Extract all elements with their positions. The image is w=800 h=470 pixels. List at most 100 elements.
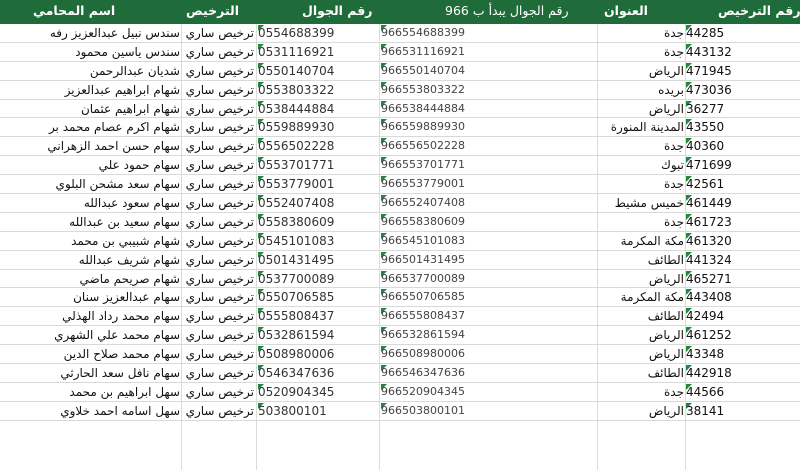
- cell-mobile[interactable]: 0552407408: [258, 194, 366, 212]
- table-row[interactable]: سهام محمد رداد الهذلي ترخيص ساري 0555808…: [0, 307, 800, 327]
- cell-lawyer-name[interactable]: سندس نبيل عبدالعزيز رفه: [2, 24, 180, 42]
- cell-license[interactable]: ترخيص ساري: [186, 270, 254, 288]
- cell-license-number[interactable]: 44566: [686, 383, 746, 401]
- table-row[interactable]: سهام عبدالعزيز سنان ترخيص ساري 055070658…: [0, 288, 800, 308]
- cell-lawyer-name[interactable]: سهام حسن احمد الزهراني: [2, 137, 180, 155]
- cell-lawyer-name[interactable]: سهام سعد مشحن البلوي: [2, 175, 180, 193]
- cell-license[interactable]: ترخيص ساري: [186, 213, 254, 231]
- cell-license[interactable]: ترخيص ساري: [186, 232, 254, 250]
- cell-license[interactable]: ترخيص ساري: [186, 345, 254, 363]
- header-license-number[interactable]: رقم الترخيص: [718, 0, 800, 24]
- cell-mobile[interactable]: 0553803322: [258, 81, 366, 99]
- cell-address[interactable]: الرياض: [600, 270, 684, 288]
- cell-license-number[interactable]: 461723: [686, 213, 746, 231]
- cell-mobile-966[interactable]: 966555808437: [381, 307, 481, 325]
- cell-lawyer-name[interactable]: سهل ابراهيم بن محمد: [2, 383, 180, 401]
- table-row[interactable]: شهام ابراهيم عثمان ترخيص ساري 0538444884…: [0, 100, 800, 119]
- header-mobile[interactable]: رقم الجوال: [302, 0, 373, 24]
- cell-mobile[interactable]: 0520904345: [258, 383, 366, 401]
- table-row[interactable]: شهام شبيبي بن محمد ترخيص ساري 0545101083…: [0, 232, 800, 251]
- cell-mobile-966[interactable]: 966532861594: [381, 326, 481, 344]
- cell-license-number[interactable]: 38141: [686, 402, 746, 420]
- cell-mobile-966[interactable]: 966537700089: [381, 270, 481, 288]
- cell-mobile-966[interactable]: 966501431495: [381, 251, 481, 269]
- cell-address[interactable]: بريده: [600, 81, 684, 99]
- header-mobile-966[interactable]: رقم الجوال يبدأ ب 966: [445, 0, 569, 24]
- cell-address[interactable]: مكة المكرمة: [600, 288, 684, 306]
- cell-mobile-966[interactable]: 966503800101: [381, 402, 481, 420]
- table-row[interactable]: سهام حسن احمد الزهراني ترخيص ساري 055650…: [0, 137, 800, 157]
- cell-address[interactable]: الرياض: [600, 402, 684, 420]
- cell-mobile[interactable]: 0538444884: [258, 100, 366, 118]
- cell-address[interactable]: الطائف: [600, 364, 684, 382]
- cell-license-number[interactable]: 473036: [686, 81, 746, 99]
- cell-mobile[interactable]: 503800101: [258, 402, 366, 420]
- cell-license-number[interactable]: 471699: [686, 156, 746, 174]
- cell-mobile[interactable]: 0554688399: [258, 24, 366, 42]
- table-row[interactable]: شهام شريف عبدالله ترخيص ساري 0501431495 …: [0, 251, 800, 270]
- cell-lawyer-name[interactable]: شهام شبيبي بن محمد: [2, 232, 180, 250]
- cell-address[interactable]: جدة: [600, 43, 684, 61]
- cell-address[interactable]: جدة: [600, 137, 684, 155]
- cell-mobile[interactable]: 0501431495: [258, 251, 366, 269]
- cell-lawyer-name[interactable]: شهام ابراهيم عثمان: [2, 100, 180, 118]
- table-row[interactable]: شديان عبدالرحمن ترخيص ساري 0550140704 96…: [0, 62, 800, 81]
- cell-mobile[interactable]: 0531116921: [258, 43, 366, 61]
- cell-license[interactable]: ترخيص ساري: [186, 137, 254, 155]
- cell-mobile-966[interactable]: 966556502228: [381, 137, 481, 155]
- cell-license[interactable]: ترخيص ساري: [186, 62, 254, 80]
- cell-address[interactable]: الرياض: [600, 100, 684, 118]
- table-row[interactable]: سهام سعود عبدالله ترخيص ساري 0552407408 …: [0, 194, 800, 213]
- cell-license[interactable]: ترخيص ساري: [186, 81, 254, 99]
- cell-mobile[interactable]: 0537700089: [258, 270, 366, 288]
- cell-mobile-966[interactable]: 966545101083: [381, 232, 481, 250]
- cell-license[interactable]: ترخيص ساري: [186, 156, 254, 174]
- table-row[interactable]: سهام سعد مشحن البلوي ترخيص ساري 05537790…: [0, 175, 800, 195]
- cell-license-number[interactable]: 36277: [686, 100, 746, 118]
- cell-mobile[interactable]: 0553779001: [258, 175, 366, 193]
- cell-mobile-966[interactable]: 966558380609: [381, 213, 481, 231]
- cell-license[interactable]: ترخيص ساري: [186, 118, 254, 136]
- cell-mobile-966[interactable]: 966520904345: [381, 383, 481, 401]
- cell-lawyer-name[interactable]: شهام ابراهيم عبدالعزيز: [2, 81, 180, 99]
- cell-mobile[interactable]: 0558380609: [258, 213, 366, 231]
- cell-lawyer-name[interactable]: شهام اكرم عصام محمد بر: [2, 118, 180, 136]
- cell-mobile-966[interactable]: 966554688399: [381, 24, 481, 42]
- cell-mobile[interactable]: 0508980006: [258, 345, 366, 363]
- cell-lawyer-name[interactable]: شديان عبدالرحمن: [2, 62, 180, 80]
- table-row[interactable]: سهام محمد صلاح الدين ترخيص ساري 05089800…: [0, 345, 800, 365]
- cell-lawyer-name[interactable]: سهل اسامه احمد خلاوي: [2, 402, 180, 420]
- cell-address[interactable]: خميس مشيط: [600, 194, 684, 212]
- header-address[interactable]: العنوان: [604, 0, 648, 24]
- cell-mobile[interactable]: 0545101083: [258, 232, 366, 250]
- cell-address[interactable]: المدينة المنورة: [600, 118, 684, 136]
- cell-mobile[interactable]: 0546347636: [258, 364, 366, 382]
- cell-mobile-966[interactable]: 966553779001: [381, 175, 481, 193]
- table-row[interactable]: شهام صريحم ماضي ترخيص ساري 0537700089 96…: [0, 270, 800, 289]
- cell-lawyer-name[interactable]: سهام حمود علي: [2, 156, 180, 174]
- cell-mobile-966[interactable]: 966508980006: [381, 345, 481, 363]
- cell-license[interactable]: ترخيص ساري: [186, 326, 254, 344]
- table-row[interactable]: سهل اسامه احمد خلاوي ترخيص ساري 50380010…: [0, 402, 800, 421]
- table-row[interactable]: سندس ياسين محمود ترخيص ساري 0531116921 9…: [0, 43, 800, 62]
- cell-address[interactable]: مكة المكرمة: [600, 232, 684, 250]
- cell-address[interactable]: الرياض: [600, 326, 684, 344]
- cell-lawyer-name[interactable]: سهام محمد رداد الهذلي: [2, 307, 180, 325]
- cell-address[interactable]: جدة: [600, 175, 684, 193]
- cell-mobile-966[interactable]: 966538444884: [381, 100, 481, 118]
- cell-license-number[interactable]: 441324: [686, 251, 746, 269]
- header-lawyer-name[interactable]: اسم المحامي: [33, 0, 115, 24]
- cell-lawyer-name[interactable]: سهام سعود عبدالله: [2, 194, 180, 212]
- table-row[interactable]: سهام سعيد بن عبدالله ترخيص ساري 05583806…: [0, 213, 800, 232]
- cell-license-number[interactable]: 465271: [686, 270, 746, 288]
- table-row[interactable]: سندس نبيل عبدالعزيز رفه ترخيص ساري 05546…: [0, 24, 800, 43]
- cell-address[interactable]: الرياض: [600, 62, 684, 80]
- table-row[interactable]: سهام نافل سعد الحارثي ترخيص ساري 0546347…: [0, 364, 800, 383]
- table-row[interactable]: سهل ابراهيم بن محمد ترخيص ساري 052090434…: [0, 383, 800, 402]
- cell-license-number[interactable]: 43550: [686, 118, 746, 136]
- table-row[interactable]: سهام حمود علي ترخيص ساري 0553701771 9665…: [0, 156, 800, 176]
- cell-address[interactable]: جدة: [600, 383, 684, 401]
- cell-license-number[interactable]: 461320: [686, 232, 746, 250]
- cell-address[interactable]: الطائف: [600, 251, 684, 269]
- cell-mobile[interactable]: 0532861594: [258, 326, 366, 344]
